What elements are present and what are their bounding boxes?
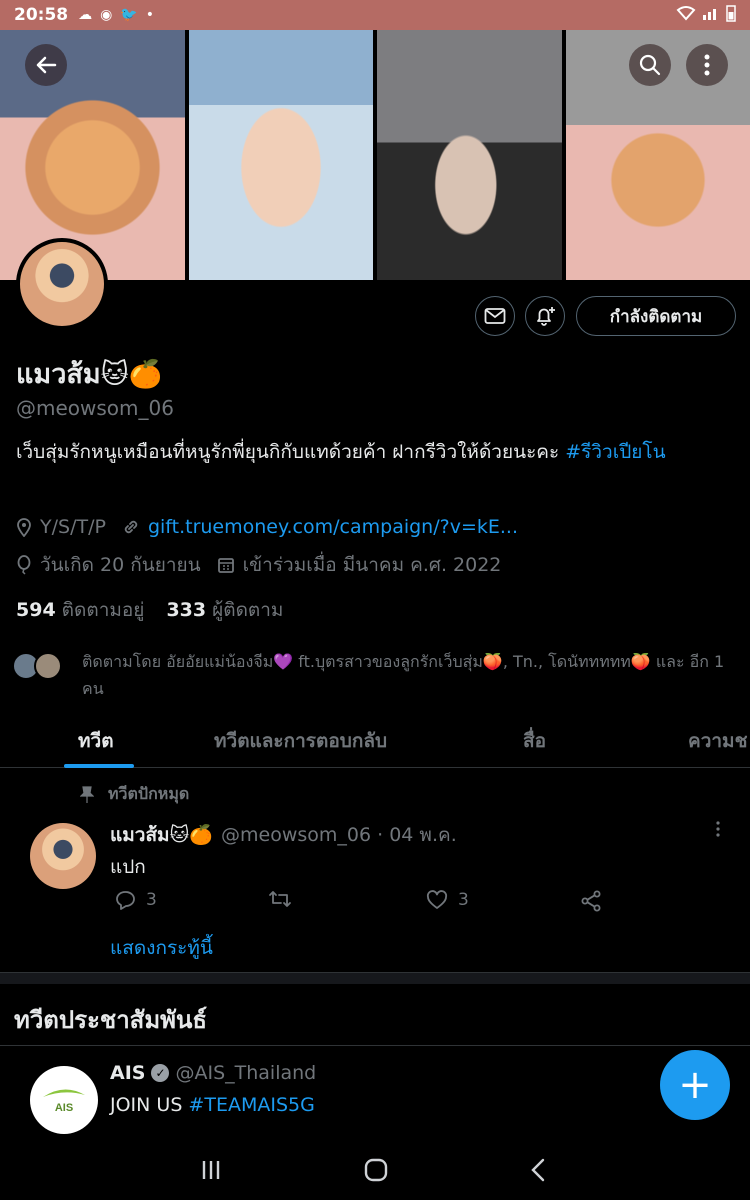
chevron-left-icon bbox=[531, 1158, 545, 1182]
ais-avatar[interactable]: AIS bbox=[30, 1066, 98, 1134]
profile-location: Y/S/T/P bbox=[40, 516, 106, 538]
follower-avatars bbox=[12, 648, 72, 680]
message-button[interactable] bbox=[475, 296, 515, 336]
pin-icon bbox=[80, 785, 94, 803]
tweet-actions: 3 3 bbox=[110, 890, 620, 916]
mail-icon bbox=[484, 308, 506, 324]
reply-button[interactable]: 3 bbox=[114, 890, 157, 910]
more-vertical-icon bbox=[704, 54, 710, 76]
weather-icon: ☁ bbox=[78, 7, 93, 23]
tab-tweets[interactable]: ทวีต bbox=[78, 726, 114, 756]
verified-badge-icon: ✓ bbox=[151, 1064, 170, 1082]
bio-hashtag-link[interactable]: #รีวิวเปียโน bbox=[565, 441, 665, 463]
profile-stats: 594 ติดตามอยู่ 333 ผู้ติดตาม bbox=[16, 595, 283, 625]
promoted-section-title: ทวีตประชาสัมพันธ์ bbox=[14, 1006, 208, 1034]
more-vertical-icon bbox=[716, 821, 720, 837]
search-button[interactable] bbox=[629, 44, 671, 86]
profile-bio: เว็บสุ่มรักหนูเหมือนที่หนูรักพี่ยุนกิกับ… bbox=[16, 441, 666, 463]
banner-photo-3 bbox=[377, 30, 562, 280]
profile-joined: เข้าร่วมเมื่อ มีนาคม ค.ศ. 2022 bbox=[242, 554, 502, 576]
pinned-label-row: ทวีตปักหมุด bbox=[80, 782, 189, 807]
profile-website-link[interactable]: gift.truemoney.com/campaign/?v=kE... bbox=[148, 516, 518, 538]
banner-photo-2 bbox=[188, 30, 373, 280]
dot-icon: • bbox=[145, 7, 155, 23]
reply-count: 3 bbox=[146, 890, 157, 910]
retweet-icon bbox=[269, 891, 291, 907]
followed-by-row[interactable]: ติดตามโดย อัยอัยแม่น้องจีม💜 ft.บุตรสาวขอ… bbox=[12, 648, 742, 702]
recent-apps-button[interactable] bbox=[200, 1158, 222, 1188]
profile-avatar[interactable] bbox=[16, 238, 108, 330]
tweet-text: แปก bbox=[110, 856, 146, 878]
following-button[interactable]: กำลังติดตาม bbox=[576, 296, 736, 336]
balloon-icon bbox=[17, 555, 31, 575]
compose-tweet-button[interactable]: + bbox=[660, 1050, 730, 1120]
active-tab-indicator bbox=[64, 764, 134, 768]
tab-likes[interactable]: ความช bbox=[688, 726, 747, 756]
profile-handle: @meowsom_06 bbox=[16, 396, 174, 420]
section-divider bbox=[0, 972, 750, 984]
plus-icon: + bbox=[678, 1062, 712, 1108]
mini-avatar bbox=[34, 652, 62, 680]
tweet-more-button[interactable] bbox=[716, 818, 720, 842]
system-back-button[interactable] bbox=[530, 1158, 546, 1189]
wifi-icon bbox=[676, 5, 696, 25]
heart-icon bbox=[426, 890, 448, 909]
like-button[interactable]: 3 bbox=[426, 890, 469, 910]
profile-tabs: ทวีต ทวีตและการตอบกลับ สื่อ ความช bbox=[0, 712, 750, 768]
svg-text:AIS: AIS bbox=[55, 1102, 73, 1114]
bell-plus-icon bbox=[537, 307, 555, 326]
recents-icon bbox=[202, 1161, 220, 1179]
promoted-author-name[interactable]: AIS bbox=[110, 1062, 145, 1084]
location-pin-icon bbox=[17, 518, 31, 537]
retweet-button[interactable] bbox=[268, 890, 302, 908]
share-icon bbox=[581, 890, 601, 912]
calendar-icon bbox=[217, 558, 234, 573]
back-button[interactable] bbox=[25, 44, 67, 86]
twitter-icon: 🐦 bbox=[120, 7, 138, 23]
tweet-author-avatar[interactable] bbox=[30, 823, 96, 889]
link-icon bbox=[124, 520, 138, 534]
tab-tweets-and-replies[interactable]: ทวีตและการตอบกลับ bbox=[214, 726, 387, 756]
status-bar: 20:58 ☁ ◉ 🐦 • bbox=[0, 0, 750, 30]
name-emojis: 🐱🍊 bbox=[100, 359, 163, 390]
home-button[interactable] bbox=[364, 1158, 388, 1189]
arrow-left-icon bbox=[36, 56, 57, 74]
promoted-tweet-text: JOIN US #TEAMAIS5G bbox=[110, 1094, 315, 1116]
profile-meta-row-2: วันเกิด 20 กันยายน เข้าร่วมเมื่อ มีนาคม … bbox=[16, 550, 501, 580]
profile-meta-row-1: Y/S/T/P gift.truemoney.com/campaign/?v=k… bbox=[16, 516, 518, 538]
promoted-tweet-header: AIS ✓ @AIS_Thailand bbox=[110, 1062, 316, 1084]
ais-logo-icon: AIS bbox=[43, 1089, 85, 1114]
divider bbox=[0, 1045, 750, 1046]
reply-icon bbox=[116, 891, 135, 910]
chrome-icon: ◉ bbox=[100, 7, 113, 23]
tab-media[interactable]: สื่อ bbox=[523, 726, 546, 756]
following-stat[interactable]: 594 ติดตามอยู่ bbox=[16, 595, 144, 625]
more-options-button[interactable] bbox=[686, 44, 728, 86]
battery-icon bbox=[726, 4, 736, 26]
followed-by-text: ติดตามโดย อัยอัยแม่น้องจีม💜 ft.บุตรสาวขอ… bbox=[82, 652, 725, 698]
tweet-meta: @meowsom_06 · 04 พ.ค. bbox=[221, 824, 457, 846]
status-time: 20:58 bbox=[14, 5, 69, 25]
search-icon bbox=[639, 54, 661, 76]
system-nav-bar bbox=[0, 1140, 750, 1200]
tweet-header: แมวส้ม🐱🍊 @meowsom_06 · 04 พ.ค. bbox=[110, 820, 457, 850]
profile-name: แมวส้ม🐱🍊 bbox=[16, 359, 163, 390]
profile-birthday: วันเกิด 20 กันยายน bbox=[40, 554, 201, 576]
followers-stat[interactable]: 333 ผู้ติดตาม bbox=[166, 595, 283, 625]
like-count: 3 bbox=[458, 890, 469, 910]
tweet-author-name[interactable]: แมวส้ม🐱🍊 bbox=[110, 820, 213, 850]
promoted-handle: @AIS_Thailand bbox=[175, 1062, 317, 1084]
share-button[interactable] bbox=[580, 890, 602, 912]
home-icon bbox=[364, 1158, 388, 1182]
signal-icon bbox=[702, 5, 720, 25]
show-thread-link[interactable]: แสดงกระทู้นี้ bbox=[110, 933, 213, 963]
notifications-button[interactable] bbox=[525, 296, 565, 336]
promoted-hashtag-link[interactable]: #TEAMAIS5G bbox=[188, 1094, 314, 1116]
